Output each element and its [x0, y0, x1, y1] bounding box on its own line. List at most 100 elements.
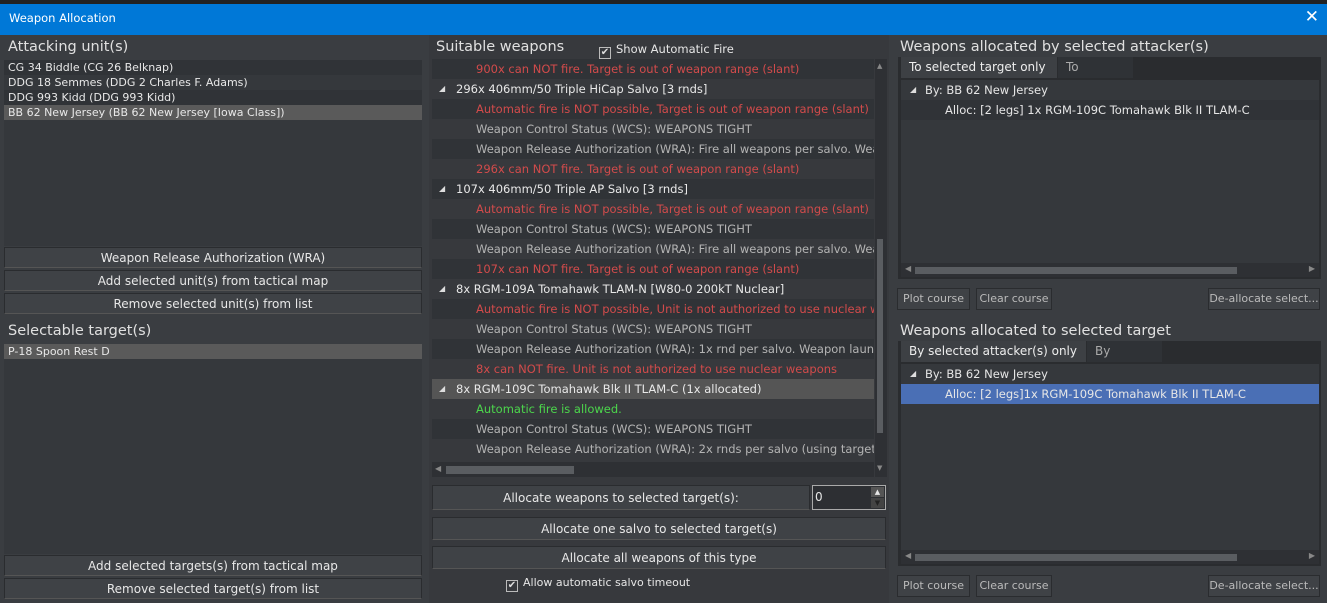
tree-node[interactable]: ◢ By: BB 62 New Jersey — [901, 364, 1319, 384]
remove-units-button[interactable]: Remove selected unit(s) from list — [4, 293, 422, 314]
scroll-left-icon[interactable]: ◀ — [435, 464, 441, 473]
deallocate-button[interactable]: De-allocate select... — [1208, 575, 1320, 597]
node-text: Alloc: [2 legs]1x RGM-109C Tomahawk Blk … — [945, 387, 1246, 401]
auto-salvo-timeout-label: Allow automatic salvo timeout — [523, 576, 691, 589]
remove-targets-button[interactable]: Remove selected target(s) from list — [4, 578, 422, 599]
weapon-status-row[interactable]: Automatic fire is NOT possible, Target i… — [432, 199, 874, 219]
weapon-group-row[interactable]: ◢ 8x RGM-109A Tomahawk TLAM-N [W80-0 200k… — [432, 279, 874, 299]
weapon-status-row[interactable]: Weapon Control Status (WCS): WEAPONS TIG… — [432, 219, 874, 239]
row-text: Weapon Control Status (WCS): WEAPONS TIG… — [476, 322, 752, 336]
weapon-status-row[interactable]: Weapon Release Authorization (WRA): Fire… — [432, 139, 874, 159]
list-item[interactable]: DDG 993 Kidd (DDG 993 Kidd) — [4, 90, 422, 105]
right-panel: Weapons allocated by selected attacker(s… — [892, 35, 1327, 603]
attackers-list[interactable]: CG 34 Biddle (CG 26 Belknap) DDG 18 Semm… — [4, 60, 422, 246]
list-item[interactable]: BB 62 New Jersey (BB 62 New Jersey [Iowa… — [4, 105, 422, 120]
tab-to_target-0[interactable]: By selected attacker(s) only — [901, 341, 1086, 362]
row-text: 8x can NOT fire. Unit is not authorized … — [476, 362, 838, 376]
weapon-status-row[interactable]: 107x can NOT fire. Target is out of weap… — [432, 259, 874, 279]
row-text: 8x RGM-109C Tomahawk Blk II TLAM-C (1x a… — [456, 382, 762, 396]
scroll-thumb[interactable] — [877, 239, 883, 433]
allocate-all-button[interactable]: Allocate all weapons of this type — [432, 546, 886, 569]
weapon-status-row[interactable]: Weapon Release Authorization (WRA): Fire… — [432, 239, 874, 259]
weapon-status-row[interactable]: 8x can NOT fire. Unit is not authorized … — [432, 359, 874, 379]
weapon-status-row[interactable]: Weapon Release Authorization (WRA): 2x r… — [432, 439, 874, 459]
tab-by_attacker-0[interactable]: To selected target only — [901, 57, 1057, 78]
horizontal-scrollbar[interactable]: ◀ ▶ — [901, 263, 1319, 277]
weapon-group-row[interactable]: ◢ 296x 406mm/50 Triple HiCap Salvo [3 rnd… — [432, 79, 874, 99]
row-text: Weapon Control Status (WCS): WEAPONS TIG… — [476, 222, 752, 236]
attackers-header: Attacking unit(s) — [8, 39, 129, 55]
expand-triangle-icon[interactable]: ◢ — [910, 80, 916, 100]
weapon-group-row[interactable]: ◢ 107x 406mm/50 Triple AP Salvo [3 rnds] — [432, 179, 874, 199]
row-text: 8x RGM-109A Tomahawk TLAM-N [W80-0 200kT… — [456, 282, 785, 296]
node-text: Alloc: [2 legs] 1x RGM-109C Tomahawk Blk… — [945, 103, 1250, 117]
scroll-thumb[interactable] — [915, 267, 1237, 274]
weapon-status-row[interactable]: Weapon Control Status (WCS): WEAPONS TIG… — [432, 119, 874, 139]
weapon-status-row[interactable]: Weapon Control Status (WCS): WEAPONS TIG… — [432, 419, 874, 439]
stepper-down-icon[interactable]: ▼ — [871, 498, 884, 508]
weapon-status-row[interactable]: Automatic fire is NOT possible, Target i… — [432, 99, 874, 119]
weapon-status-row[interactable]: Weapon Control Status (WCS): WEAPONS TIG… — [432, 319, 874, 339]
to_target-tree[interactable]: ◢ By: BB 62 New Jersey Alloc: [2 legs]1x … — [901, 364, 1319, 564]
scroll-thumb[interactable] — [915, 554, 1237, 561]
to_target-tabs: By selected attacker(s) only By anyone ◢… — [898, 341, 1321, 566]
deallocate-button[interactable]: De-allocate select... — [1208, 288, 1320, 310]
expand-triangle-icon[interactable]: ◢ — [910, 364, 916, 384]
add-units-button[interactable]: Add selected unit(s) from tactical map — [4, 270, 422, 291]
scroll-left-icon[interactable]: ◀ — [905, 551, 911, 560]
clear-course-button[interactable]: Clear course — [976, 288, 1052, 310]
weapon-status-row[interactable]: Automatic fire is NOT possible, Unit is … — [432, 299, 874, 319]
scroll-thumb[interactable] — [446, 466, 574, 474]
list-item[interactable]: P-18 Spoon Rest D — [4, 344, 422, 359]
wra-button[interactable]: Weapon Release Authorization (WRA) — [4, 247, 422, 268]
scroll-right-icon[interactable]: ▶ — [1309, 264, 1315, 273]
weapon-status-row[interactable]: Weapon Release Authorization (WRA): 1x r… — [432, 339, 874, 359]
tab-to_target-1[interactable]: By anyone — [1087, 341, 1162, 379]
scroll-left-icon[interactable]: ◀ — [905, 264, 911, 273]
list-item[interactable]: CG 34 Biddle (CG 26 Belknap) — [4, 60, 422, 75]
stepper-up-icon[interactable]: ▲ — [871, 487, 884, 497]
row-text: Automatic fire is NOT possible, Target i… — [476, 202, 869, 216]
allocate-weapons-label[interactable]: Allocate weapons to selected target(s): — [432, 485, 810, 510]
clear-course-button[interactable]: Clear course — [976, 575, 1052, 597]
to_target-header: Weapons allocated to selected target — [900, 323, 1171, 339]
tree-child-node[interactable]: Alloc: [2 legs]1x RGM-109C Tomahawk Blk … — [901, 384, 1319, 404]
plot-course-button[interactable]: Plot course — [897, 288, 970, 310]
weapon-group-row[interactable]: ◢ 8x RGM-109C Tomahawk Blk II TLAM-C (1x … — [432, 379, 874, 399]
horizontal-scrollbar[interactable]: ◀ ▶ — [901, 550, 1319, 564]
node-text: By: BB 62 New Jersey — [925, 367, 1048, 381]
weapon-status-row[interactable]: Automatic fire is allowed. — [432, 399, 874, 419]
allocate-quantity-stepper[interactable]: 0 ▲ ▼ — [812, 485, 886, 510]
targets-list[interactable]: P-18 Spoon Rest D — [4, 344, 422, 554]
row-text: Automatic fire is allowed. — [476, 402, 622, 416]
add-targets-button[interactable]: Add selected targets(s) from tactical ma… — [4, 555, 422, 576]
row-text: Weapon Control Status (WCS): WEAPONS TIG… — [476, 122, 752, 136]
scroll-down-icon[interactable]: ▼ — [877, 464, 882, 472]
list-item[interactable]: DDG 18 Semmes (DDG 2 Charles F. Adams) — [4, 75, 422, 90]
by_attacker-header: Weapons allocated by selected attacker(s… — [900, 39, 1209, 55]
expand-triangle-icon[interactable]: ◢ — [439, 179, 445, 199]
by_attacker-tree[interactable]: ◢ By: BB 62 New Jersey Alloc: [2 legs] 1x… — [901, 80, 1319, 277]
allocate-quantity-value[interactable]: 0 — [815, 490, 823, 504]
expand-triangle-icon[interactable]: ◢ — [439, 279, 445, 299]
auto-salvo-timeout-checkbox[interactable]: ✔ Allow automatic salvo timeout — [506, 576, 690, 592]
vertical-scrollbar[interactable]: ▲ ▼ — [875, 59, 887, 477]
allocate-salvo-button[interactable]: Allocate one salvo to selected target(s) — [432, 517, 886, 540]
weapon-status-row[interactable]: 296x can NOT fire. Target is out of weap… — [432, 159, 874, 179]
horizontal-scrollbar[interactable]: ◀ — [432, 462, 874, 477]
plot-course-button[interactable]: Plot course — [897, 575, 970, 597]
show-auto-fire-checkbox[interactable]: ✔ Show Automatic Fire — [599, 42, 734, 59]
row-text: Weapon Release Authorization (WRA): Fire… — [476, 242, 874, 256]
tree-child-node[interactable]: Alloc: [2 legs] 1x RGM-109C Tomahawk Blk… — [901, 100, 1319, 120]
left-panel: Attacking unit(s) CG 34 Biddle (CG 26 Be… — [0, 35, 426, 603]
row-text: Automatic fire is NOT possible, Target i… — [476, 102, 869, 116]
weapon-status-row[interactable]: 900x can NOT fire. Target is out of weap… — [432, 59, 874, 79]
scroll-up-icon[interactable]: ▲ — [877, 62, 882, 70]
expand-triangle-icon[interactable]: ◢ — [439, 79, 445, 99]
tab-by_attacker-1[interactable]: To anyone — [1058, 57, 1133, 95]
expand-triangle-icon[interactable]: ◢ — [439, 379, 445, 399]
tree-node[interactable]: ◢ By: BB 62 New Jersey — [901, 80, 1319, 100]
weapons-tree[interactable]: 900x can NOT fire. Target is out of weap… — [432, 59, 874, 459]
close-icon[interactable]: ✕ — [1305, 7, 1319, 27]
scroll-right-icon[interactable]: ▶ — [1309, 551, 1315, 560]
